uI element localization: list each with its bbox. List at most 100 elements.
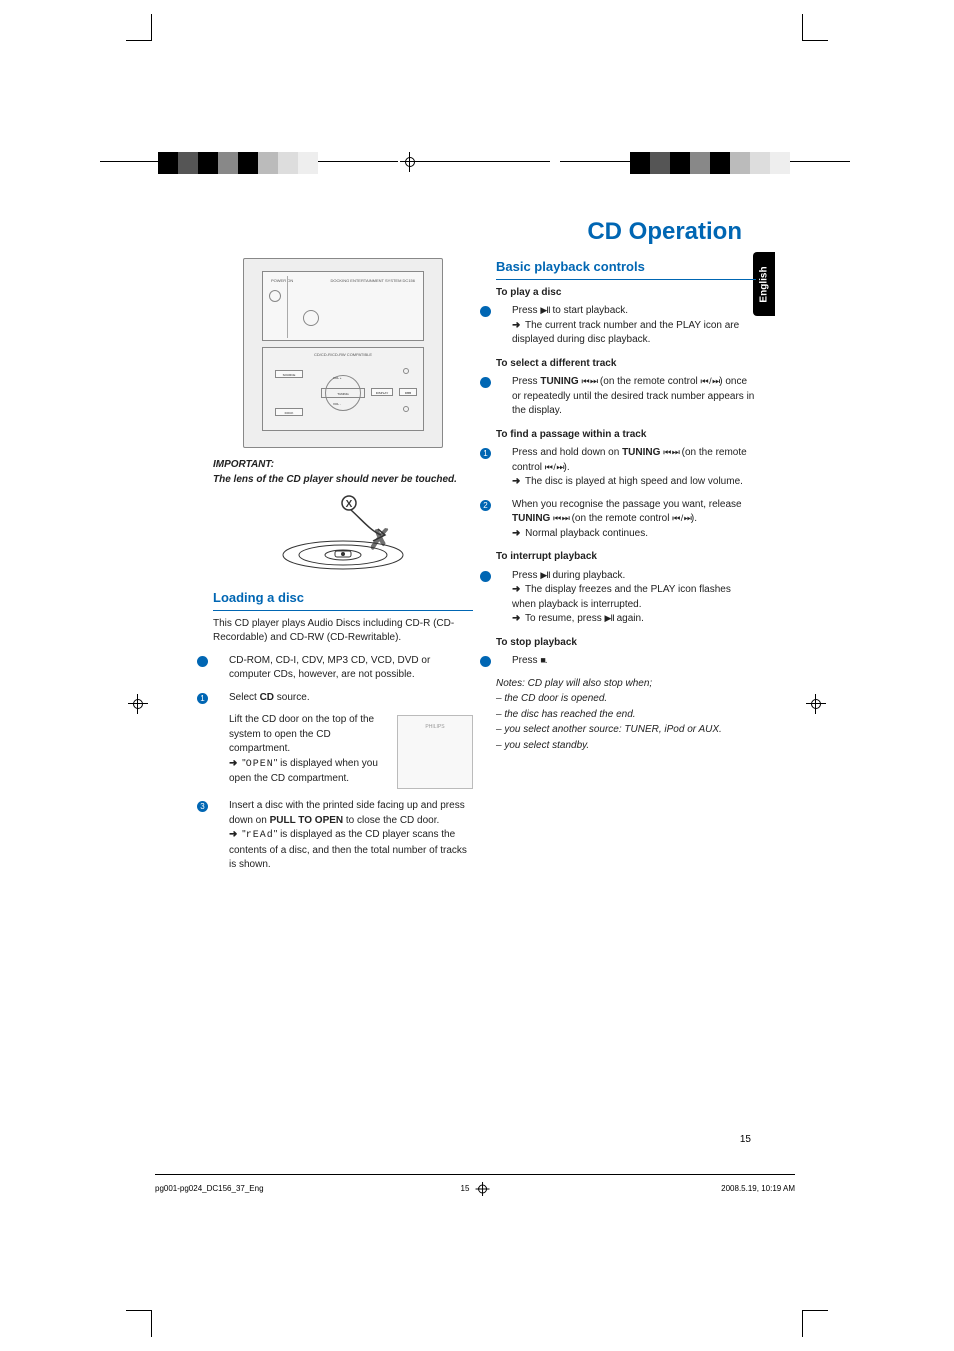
find-passage-step-2: 2 When you recognise the passage you wan… [512, 498, 756, 542]
device-compat-label: CD/CD-R/CD-RW COMPATIBLE [263, 352, 423, 358]
crop-mark [151, 1311, 152, 1337]
notes-heading: Notes: CD play will also stop when; [496, 677, 756, 692]
note-item: – the disc has reached the end. [496, 708, 756, 723]
play-disc-heading: To play a disc [496, 286, 756, 301]
open-compartment-image [397, 715, 473, 789]
crosshair-icon [128, 694, 148, 714]
page-number: 15 [740, 1134, 751, 1145]
crop-mark [151, 14, 152, 40]
select-track-heading: To select a different track [496, 357, 756, 372]
step-text: (on the remote control [597, 376, 700, 387]
device-header-label: DOCKING ENTERTAINMENT SYSTEM DC156 [331, 278, 415, 284]
display-text: rEAd [246, 830, 274, 841]
step-text: ). [691, 513, 697, 524]
result-text: Normal playback continues. [525, 528, 648, 539]
device-vol-down: VOL - [333, 402, 341, 406]
loading-step-2: 2 Lift the CD door on the top of the sys… [229, 713, 473, 791]
page: English CD Operation POWER ON DOCKING EN… [0, 0, 954, 1351]
stop-heading: To stop playback [496, 636, 756, 651]
svg-text:X: X [346, 499, 353, 510]
footer-timestamp: 2008.5.19, 10:19 AM [721, 1184, 795, 1193]
left-column: POWER ON DOCKING ENTERTAINMENT SYSTEM DC… [213, 258, 473, 881]
step-text: source. [274, 692, 310, 703]
basic-playback-heading: Basic playback controls [496, 258, 756, 280]
step-number-3: 3 [197, 801, 208, 812]
footer-filename: pg001-pg024_DC156_37_Eng [155, 1184, 264, 1193]
device-vol-up: VOL + [333, 376, 341, 380]
step-text: Select [229, 692, 260, 703]
reg-line [100, 161, 160, 162]
step-text: Press [512, 570, 540, 581]
prev-next-icon: ⏮ ⏭ [663, 447, 679, 457]
step-text: (on the remote control [569, 513, 672, 524]
step-text: Press [512, 305, 540, 316]
play-pause-icon: ▶Ⅱ [540, 305, 549, 315]
step-bold: CD [260, 692, 274, 703]
crop-mark [802, 1310, 828, 1311]
device-display-btn: DISPLAY [371, 388, 393, 396]
loading-heading: Loading a disc [213, 589, 473, 611]
result-arrow-icon: ➜ [512, 475, 520, 490]
svg-text:✗: ✗ [368, 524, 391, 555]
loading-bullet-item: CD-ROM, CD-I, CDV, MP3 CD, VCD, DVD or c… [229, 654, 473, 683]
prev-next-icon: ⏮ ⏭ [553, 513, 569, 523]
reg-line [318, 161, 398, 162]
device-power-label: POWER ON [271, 278, 293, 284]
step-number-2: 2 [480, 500, 491, 511]
footer: pg001-pg024_DC156_37_Eng 15 2008.5.19, 1… [155, 1184, 795, 1193]
result-arrow-icon: ➜ [229, 757, 237, 772]
important-label: IMPORTANT: [213, 458, 473, 473]
result-text: To resume, press [525, 613, 604, 624]
loading-bullet-text: CD-ROM, CD-I, CDV, MP3 CD, VCD, DVD or c… [229, 655, 430, 681]
bullet-icon [197, 656, 208, 667]
reg-line [420, 161, 550, 162]
find-passage-heading: To find a passage within a track [496, 428, 756, 443]
step-text: When you recognise the passage you want,… [512, 499, 742, 510]
important-text: The lens of the CD player should never b… [213, 473, 473, 488]
play-pause-icon: ▶Ⅱ [540, 570, 549, 580]
step-text: ). [564, 462, 570, 473]
page-title: CD Operation [492, 218, 742, 246]
play-pause-icon: ▶Ⅱ [604, 613, 613, 623]
step-bold: TUNING [622, 447, 663, 458]
display-text: OPEN [246, 759, 274, 770]
language-label: English [759, 266, 770, 302]
find-passage-step-1: 1 Press and hold down on TUNING ⏮ ⏭ (on … [512, 446, 756, 490]
bullet-icon [480, 377, 491, 388]
note-item: – you select another source: TUNER, iPod… [496, 723, 756, 738]
footer-rule [155, 1174, 795, 1175]
step-text: Lift the CD door on the top of the syste… [229, 714, 374, 754]
result-text: The display freezes and the PLAY icon fl… [512, 584, 731, 610]
result-text: again. [614, 613, 644, 624]
lens-illustration: X ✗ [273, 493, 413, 573]
crosshair-icon [475, 1182, 489, 1196]
loading-intro: This CD player plays Audio Discs includi… [213, 617, 473, 646]
step-text: . [545, 655, 548, 666]
result-text: The disc is played at high speed and low… [525, 476, 743, 487]
crop-mark [126, 40, 152, 41]
interrupt-heading: To interrupt playback [496, 550, 756, 565]
notes-block: Notes: CD play will also stop when; – th… [496, 677, 756, 754]
result-arrow-icon: ➜ [229, 828, 237, 843]
step-text: Press [512, 655, 540, 666]
registration-row [0, 142, 954, 182]
result-arrow-icon: ➜ [512, 319, 520, 334]
prev-next-icon: ⏮ / ⏭ [545, 462, 564, 472]
language-tab: English [753, 252, 775, 316]
result-arrow-icon: ➜ [512, 527, 520, 542]
prev-next-icon: ⏮ / ⏭ [701, 376, 720, 386]
note-item: – you select standby. [496, 739, 756, 754]
step-text: Press [512, 376, 540, 387]
result-arrow-icon: ➜ [512, 612, 520, 627]
bullet-icon [480, 656, 491, 667]
device-dbb-btn: DBB [399, 388, 417, 396]
crop-mark [802, 14, 803, 40]
step-number-1: 1 [197, 693, 208, 704]
crop-mark [126, 1310, 152, 1311]
bullet-icon [480, 306, 491, 317]
reg-line [560, 161, 630, 162]
stop-step: Press ■. [512, 654, 756, 669]
step-text: to close the CD door. [343, 815, 439, 826]
reg-line [790, 161, 850, 162]
step-text: Press and hold down on [512, 447, 622, 458]
